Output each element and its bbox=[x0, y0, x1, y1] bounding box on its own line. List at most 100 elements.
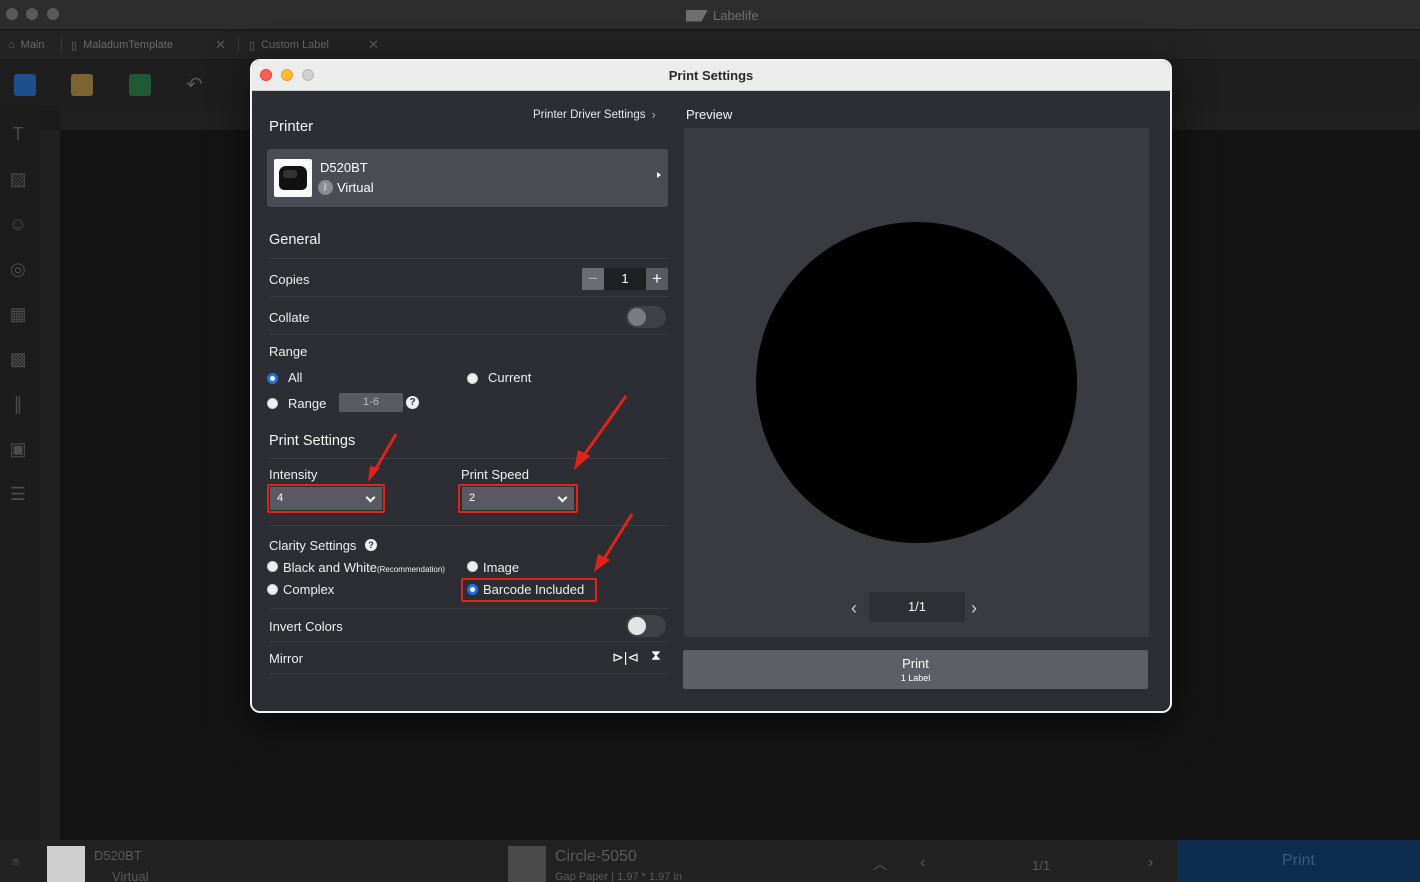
range-current-radio[interactable] bbox=[467, 373, 478, 384]
label-preview-shape bbox=[756, 222, 1077, 543]
help-icon[interactable]: ? bbox=[406, 396, 419, 409]
print-speed-label: Print Speed bbox=[461, 467, 529, 482]
mirror-vertical-icon[interactable]: ⧗ bbox=[651, 647, 661, 664]
collate-label: Collate bbox=[269, 310, 310, 325]
close-tab-icon[interactable]: ✕ bbox=[368, 37, 379, 53]
chevron-down-icon bbox=[365, 492, 376, 503]
print-button-label: Print bbox=[902, 656, 929, 671]
driver-settings-label: Printer Driver Settings bbox=[533, 108, 646, 121]
image-tool-icon[interactable]: ▨ bbox=[7, 169, 29, 189]
print-button[interactable]: Print 1 Label bbox=[683, 650, 1148, 689]
clarity-barcode-label[interactable]: Barcode Included bbox=[483, 582, 584, 597]
next-page-icon[interactable]: › bbox=[1148, 854, 1153, 872]
divider bbox=[269, 296, 668, 297]
undo-icon[interactable]: ↶ bbox=[186, 74, 208, 96]
clarity-bw-radio[interactable] bbox=[267, 561, 278, 572]
document-icon: ▯ bbox=[249, 39, 256, 52]
tab-separator bbox=[61, 37, 62, 53]
printer-driver-settings-link[interactable]: Printer Driver Settings › bbox=[533, 107, 656, 122]
window-close-button[interactable] bbox=[6, 8, 18, 20]
form-tool-icon[interactable]: ☰ bbox=[7, 484, 29, 504]
dialog-title: Print Settings bbox=[668, 68, 754, 83]
save-icon[interactable] bbox=[129, 74, 151, 96]
open-folder-icon[interactable] bbox=[71, 74, 93, 96]
qr-tool-icon[interactable]: ▩ bbox=[7, 349, 29, 369]
close-tab-icon[interactable]: ✕ bbox=[215, 37, 226, 53]
tab-maladum-template[interactable]: ▯ MaladumTemplate bbox=[71, 31, 173, 59]
clarity-bw-label[interactable]: Black and White(Recommendation) bbox=[283, 560, 445, 575]
decrement-button[interactable]: − bbox=[582, 268, 604, 290]
help-icon[interactable]: ? bbox=[365, 539, 377, 551]
invert-colors-label: Invert Colors bbox=[269, 619, 343, 634]
range-current-label[interactable]: Current bbox=[488, 370, 531, 385]
print-speed-value: 2 bbox=[469, 492, 476, 504]
divider bbox=[269, 458, 668, 459]
print-count-label: 1 Label bbox=[900, 673, 931, 683]
divider bbox=[269, 673, 668, 674]
divider bbox=[269, 608, 668, 609]
document-tabbar: ⌂ Main ▯ MaladumTemplate ✕ ▯ Custom Labe… bbox=[0, 31, 1420, 59]
window-minimize-button[interactable] bbox=[26, 8, 38, 20]
chevron-up-icon[interactable]: ︿ bbox=[873, 854, 887, 874]
range-all-radio[interactable] bbox=[267, 373, 278, 384]
intensity-label: Intensity bbox=[269, 467, 318, 482]
printer-name: D520BT bbox=[320, 160, 368, 175]
text-tool-icon[interactable]: T bbox=[7, 124, 29, 144]
range-custom-radio[interactable] bbox=[267, 398, 278, 409]
new-file-icon[interactable] bbox=[14, 74, 36, 96]
dialog-body: Printer Printer Driver Settings › D520BT… bbox=[252, 92, 1170, 711]
tab-custom-label[interactable]: ▯ Custom Label bbox=[249, 31, 329, 59]
barcode-tool-icon[interactable]: ∥ bbox=[7, 394, 29, 414]
status-printer-name[interactable]: D520BT bbox=[94, 848, 142, 863]
printer-selector[interactable]: D520BT ᛒ Virtual bbox=[267, 149, 668, 207]
mirror-label: Mirror bbox=[269, 651, 303, 666]
annotation-arrow-icon bbox=[594, 513, 634, 572]
copies-stepper: − 1 + bbox=[582, 268, 668, 290]
range-all-label[interactable]: All bbox=[288, 370, 302, 385]
status-label-name[interactable]: Circle-5050 bbox=[555, 848, 637, 866]
shape-tool-icon[interactable]: ◎ bbox=[7, 259, 29, 279]
clarity-image-label[interactable]: Image bbox=[483, 560, 519, 575]
clarity-settings-title: Clarity Settings bbox=[269, 538, 357, 553]
range-input[interactable]: 1-6 bbox=[339, 393, 403, 412]
preview-next-icon[interactable]: › bbox=[971, 598, 977, 619]
labelife-logo-icon bbox=[686, 9, 708, 22]
preview-title: Preview bbox=[686, 107, 733, 122]
table-tool-icon[interactable]: ▦ bbox=[7, 304, 29, 324]
mirror-horizontal-icon[interactable]: ⊳|⊲ bbox=[612, 649, 639, 666]
frame-tool-icon[interactable]: ▣ bbox=[7, 439, 29, 459]
increment-button[interactable]: + bbox=[646, 268, 668, 290]
print-speed-select[interactable]: 2 bbox=[462, 487, 574, 510]
caret-right-icon bbox=[657, 172, 661, 178]
collate-toggle[interactable] bbox=[626, 306, 666, 328]
status-print-button[interactable]: Print bbox=[1177, 840, 1420, 882]
prev-page-icon[interactable]: ‹ bbox=[920, 854, 925, 872]
window-zoom-button[interactable] bbox=[47, 8, 59, 20]
clarity-barcode-radio[interactable] bbox=[467, 584, 478, 595]
tab-main[interactable]: ⌂ Main bbox=[8, 31, 45, 59]
status-label-info: Gap Paper | 1.97 * 1.97 in bbox=[555, 871, 682, 882]
range-custom-label[interactable]: Range bbox=[288, 396, 326, 411]
app-title: Labelife bbox=[686, 8, 759, 23]
chevron-right-icon: › bbox=[651, 107, 656, 122]
statusbar: ≡ D520BT Virtual Circle-5050 Gap Paper |… bbox=[0, 840, 1420, 882]
print-settings-dialog: Print Settings Printer Printer Driver Se… bbox=[250, 59, 1172, 713]
clarity-image-radio[interactable] bbox=[467, 561, 478, 572]
emoji-tool-icon[interactable]: ☺ bbox=[7, 214, 29, 234]
menu-icon[interactable]: ≡ bbox=[12, 854, 20, 869]
bluetooth-icon: ᛒ bbox=[318, 180, 333, 195]
tab-separator bbox=[238, 37, 239, 53]
invert-colors-toggle[interactable] bbox=[626, 615, 666, 637]
preview-area: ‹ 1/1 › bbox=[684, 128, 1149, 637]
intensity-value: 4 bbox=[277, 492, 284, 504]
divider bbox=[269, 641, 668, 642]
clarity-complex-label[interactable]: Complex bbox=[283, 582, 334, 597]
clarity-complex-radio[interactable] bbox=[267, 584, 278, 595]
label-thumbnail bbox=[508, 846, 546, 882]
preview-prev-icon[interactable]: ‹ bbox=[851, 598, 857, 619]
vertical-ruler bbox=[40, 130, 60, 840]
general-section-title: General bbox=[269, 232, 321, 248]
copies-input[interactable]: 1 bbox=[604, 268, 646, 290]
intensity-select[interactable]: 4 bbox=[270, 487, 382, 510]
document-icon: ▯ bbox=[71, 39, 78, 52]
